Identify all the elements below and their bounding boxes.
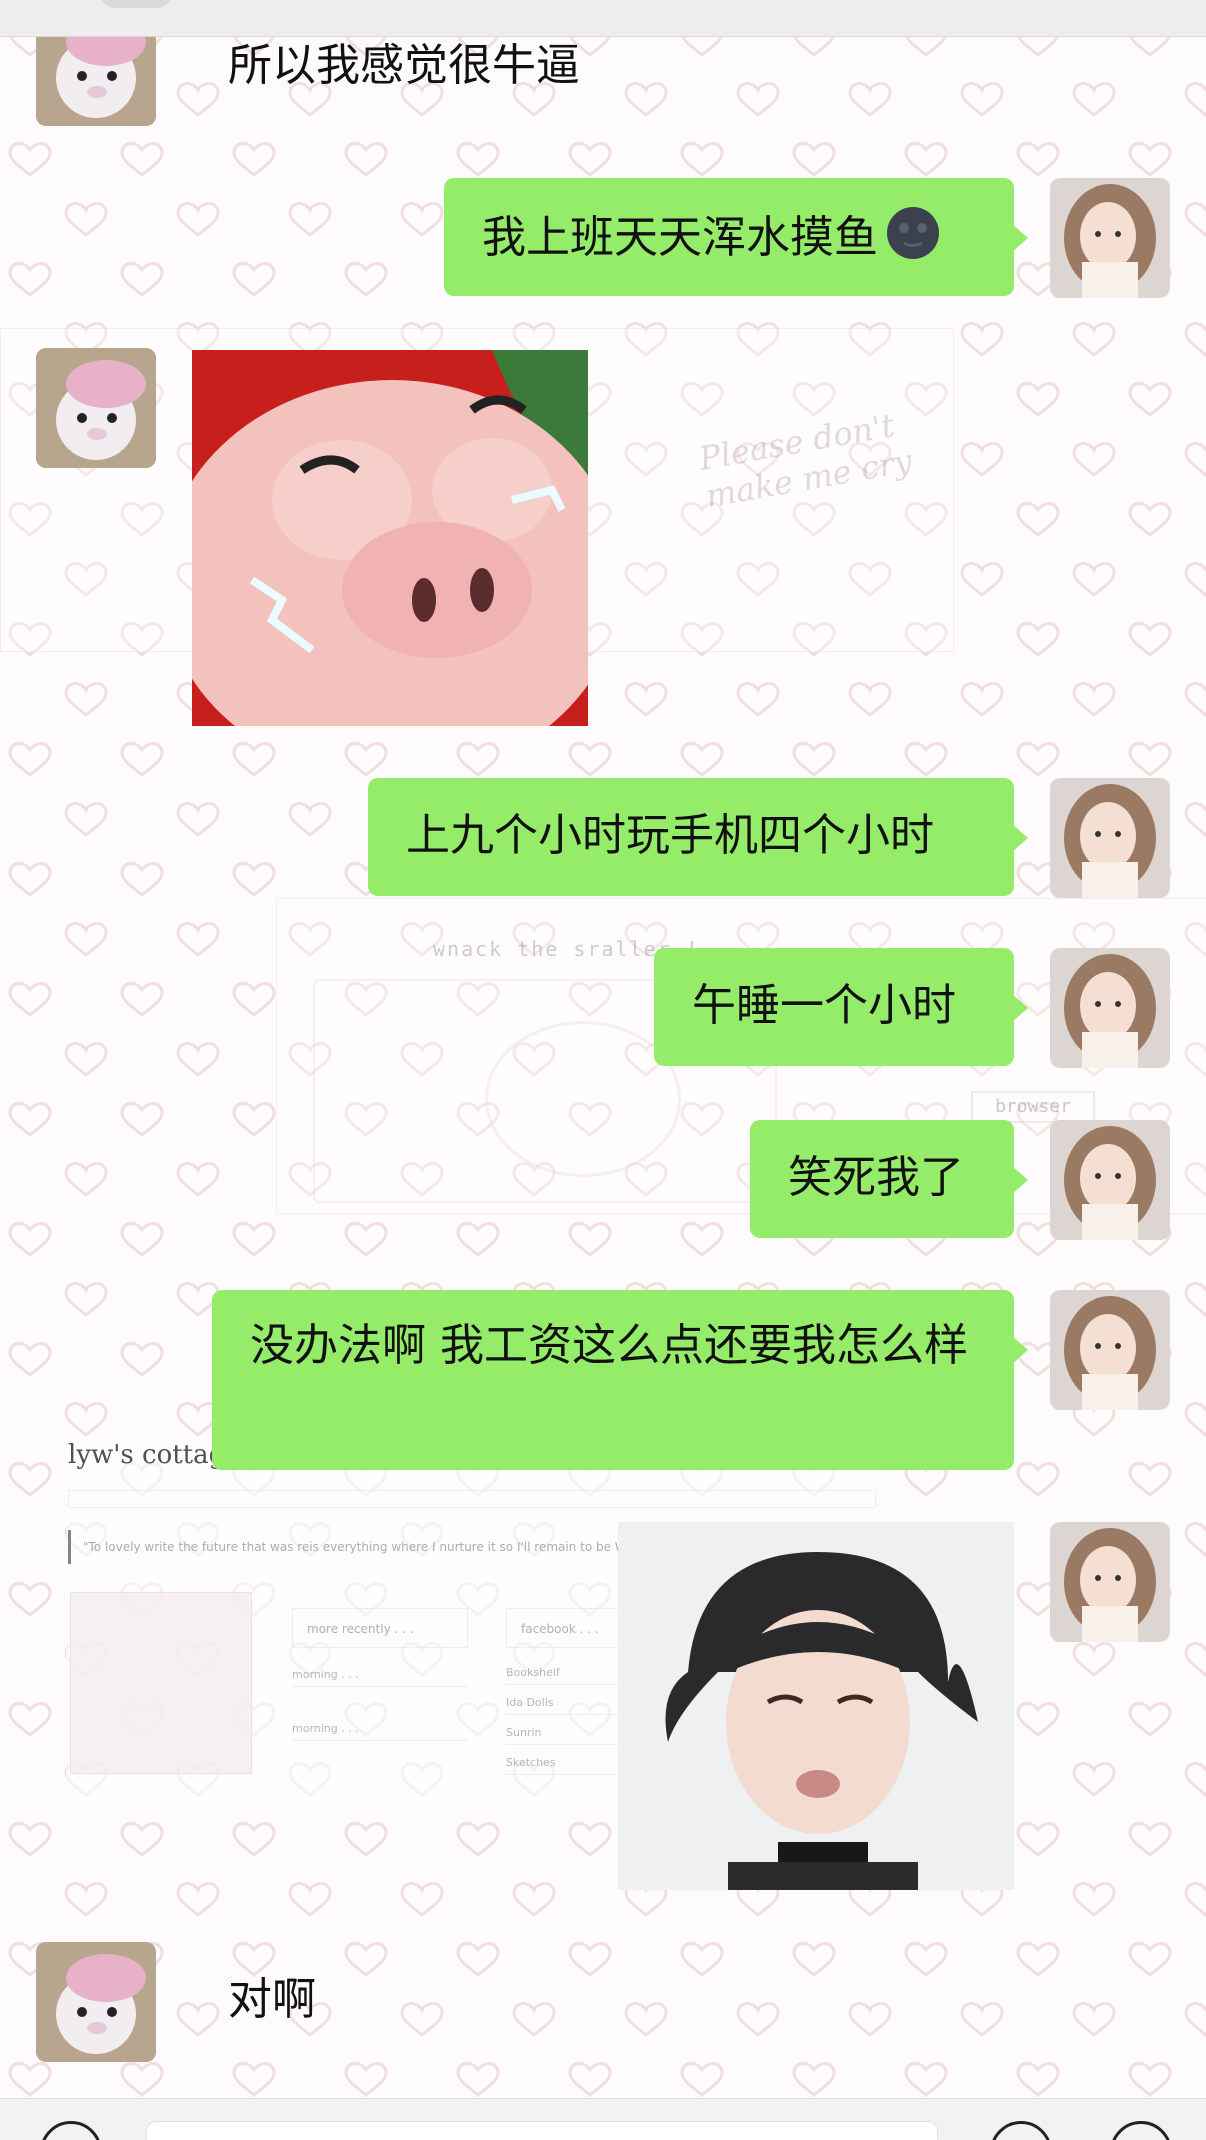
wallpaper-cottage-row-2: morning . . .: [292, 1718, 468, 1741]
message-text: 笑死我了: [788, 1152, 964, 1203]
message-text: 上九个小时玩手机四个小时: [406, 810, 934, 861]
message-text: 午睡一个小时: [692, 980, 956, 1031]
top-status-strip: [0, 0, 1206, 37]
pig-plush-avatar[interactable]: [36, 348, 156, 468]
message-bubble[interactable]: 我上班天天浑水摸鱼: [444, 178, 1028, 296]
wallpaper-browser-label: browser: [971, 1091, 1095, 1123]
new-moon-face-emoji: [887, 207, 939, 259]
message-text: 我上班天天浑水摸鱼: [482, 212, 878, 263]
wallpaper-cottage-picture: [70, 1592, 252, 1774]
girl-selfie-avatar[interactable]: [1050, 1120, 1170, 1240]
girl-selfie-avatar[interactable]: [1050, 778, 1170, 898]
wallpaper-script-text: Please don't make me cry: [696, 406, 915, 516]
wallpaper-cottage-row-1: morning . . .: [292, 1664, 468, 1687]
girl-selfie-avatar[interactable]: [1050, 178, 1170, 298]
wallpaper-cottage-box-1: more recently . . .: [292, 1608, 468, 1648]
emoji-icon[interactable]: [990, 2121, 1052, 2140]
voice-toggle-icon[interactable]: [40, 2121, 102, 2140]
message-bubble[interactable]: 午睡一个小时: [654, 948, 1028, 1066]
message-bubble[interactable]: 笑死我了: [750, 1120, 1028, 1238]
crying-pig-sticker[interactable]: [192, 350, 588, 726]
chat-input-bar: [0, 2098, 1206, 2140]
plus-icon[interactable]: [1110, 2121, 1172, 2140]
pouting-boy-photo[interactable]: [618, 1522, 1014, 1890]
message-text: 没办法啊 我工资这么点还要我怎么样: [250, 1320, 968, 1371]
message-bubble[interactable]: 没办法啊 我工资这么点还要我怎么样: [212, 1290, 1028, 1470]
girl-selfie-avatar[interactable]: [1050, 948, 1170, 1068]
pig-plush-avatar[interactable]: [36, 1942, 156, 2062]
message-bubble[interactable]: 上九个小时玩手机四个小时: [368, 778, 1028, 896]
wallpaper-cottage-bar: [68, 1490, 876, 1508]
message-text[interactable]: 对啊: [228, 1970, 316, 2030]
status-pill: [100, 0, 172, 8]
girl-selfie-avatar[interactable]: [1050, 1290, 1170, 1410]
girl-selfie-avatar[interactable]: [1050, 1522, 1170, 1642]
message-input[interactable]: [146, 2121, 938, 2140]
wallpaper-oval: [485, 1021, 681, 1177]
message-text[interactable]: 所以我感觉很牛逼: [228, 36, 580, 96]
